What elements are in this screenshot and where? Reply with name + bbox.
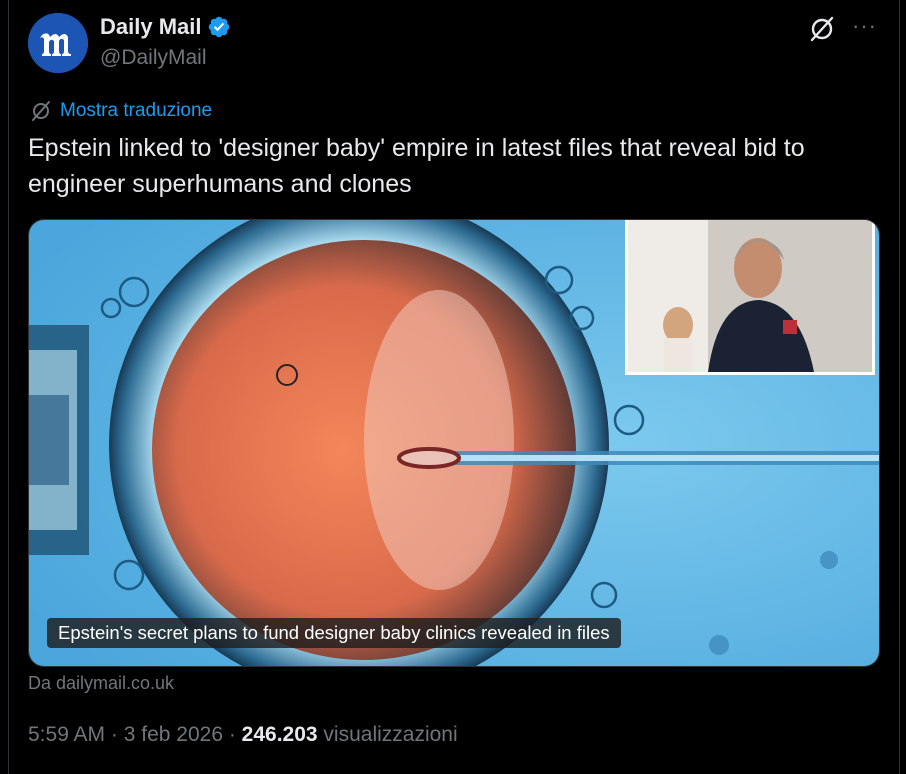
more-icon[interactable]: ··· bbox=[852, 15, 878, 42]
inset-photo bbox=[625, 220, 875, 375]
tweet-date[interactable]: 3 feb 2026 bbox=[124, 723, 223, 746]
tweet-text: Epstein linked to 'designer baby' empire… bbox=[28, 134, 805, 198]
daily-mail-logo bbox=[28, 13, 88, 73]
author-name-row[interactable]: Daily Mail bbox=[100, 14, 231, 40]
media-caption: Epstein's secret plans to fund designer … bbox=[47, 618, 621, 648]
link-card-media[interactable]: Epstein's secret plans to fund designer … bbox=[28, 219, 880, 667]
translate-icon bbox=[30, 100, 52, 122]
verified-badge-icon bbox=[207, 15, 231, 39]
tweet-time[interactable]: 5:59 AM bbox=[28, 723, 105, 746]
link-source[interactable]: Da dailymail.co.uk bbox=[28, 673, 174, 694]
meta-separator: · bbox=[105, 723, 124, 746]
person-photo-image bbox=[628, 220, 872, 372]
grok-icon[interactable] bbox=[808, 15, 836, 43]
author-display-name[interactable]: Daily Mail bbox=[100, 14, 201, 40]
avatar[interactable] bbox=[28, 13, 88, 73]
author-handle[interactable]: @DailyMail bbox=[100, 46, 207, 70]
views-count: 246.203 bbox=[241, 723, 318, 746]
meta-separator: · bbox=[223, 723, 242, 746]
translate-link[interactable]: Mostra traduzione bbox=[30, 100, 212, 122]
views-label: visualizzazioni bbox=[317, 723, 458, 746]
tweet-meta: 5:59 AM · 3 feb 2026 · 246.203 visualizz… bbox=[28, 723, 458, 747]
translate-label[interactable]: Mostra traduzione bbox=[60, 100, 212, 122]
